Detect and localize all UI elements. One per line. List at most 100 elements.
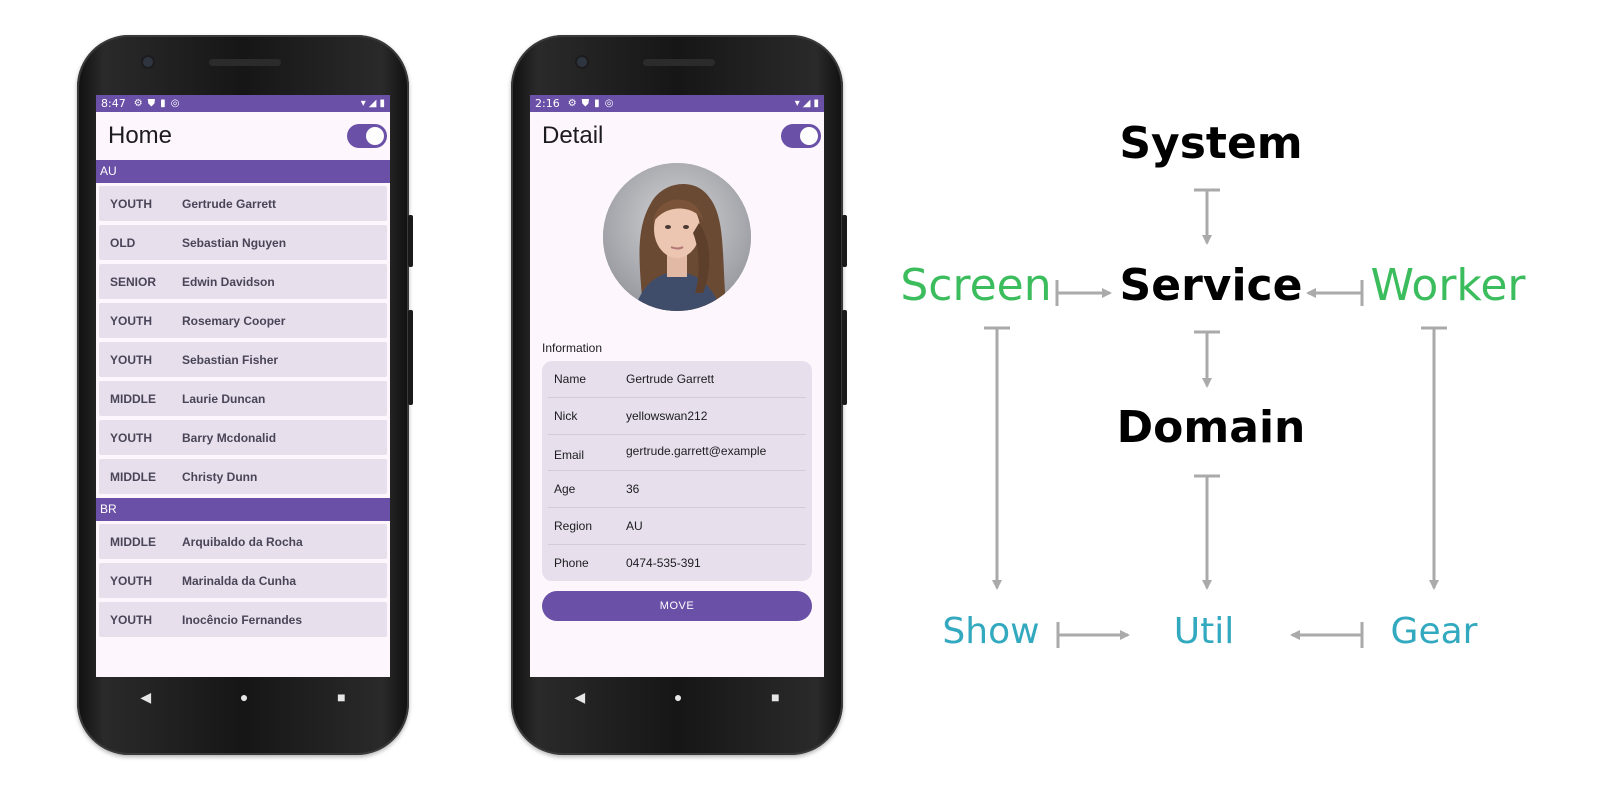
phone-home: 8:47 ⚙ ⛊ ▮ ◎ ▾ ◢ ▮ Home AU YOUTH Gertrude … <box>77 35 413 755</box>
node-worker: Worker <box>1370 260 1526 311</box>
list-item[interactable]: YOUTH Gertrude Garrett <box>99 186 387 221</box>
front-camera <box>143 57 153 67</box>
sync-icon: ◎ <box>604 98 614 109</box>
field-value: 36 <box>626 482 640 496</box>
architecture-diagram: System Service Domain Screen Worker Show… <box>900 0 1580 800</box>
info-row-name: Name Gertrude Garrett <box>548 361 806 398</box>
age-group-label: YOUTH <box>110 430 152 445</box>
settings-icon: ⚙ <box>133 98 143 109</box>
status-time: 8:47 <box>101 97 126 110</box>
sd-card-icon: ▮ <box>594 98 600 109</box>
list-item[interactable]: MIDDLE Laurie Duncan <box>99 381 387 416</box>
info-row-age: Age 36 <box>548 471 806 508</box>
field-value: yellowswan212 <box>626 409 708 423</box>
system-nav-bar: ◀ ● ■ <box>530 677 824 717</box>
list-item[interactable]: YOUTH Inocêncio Fernandes <box>99 602 387 637</box>
age-group-label: OLD <box>110 235 136 250</box>
theme-toggle[interactable] <box>347 124 387 148</box>
person-name: Sebastian Nguyen <box>182 235 287 250</box>
theme-toggle[interactable] <box>781 124 821 148</box>
arrow-system-service <box>1194 188 1220 245</box>
age-group-label: MIDDLE <box>110 469 156 484</box>
field-value: 0474-535-391 <box>626 556 701 570</box>
page-title: Home <box>108 122 173 149</box>
status-bar: 8:47 ⚙ ⛊ ▮ ◎ ▾ ◢ ▮ <box>96 95 390 112</box>
arrow-worker-gear <box>1421 326 1447 590</box>
home-screen: 8:47 ⚙ ⛊ ▮ ◎ ▾ ◢ ▮ Home AU YOUTH Gertrude … <box>96 95 390 677</box>
arrow-service-domain <box>1194 330 1220 388</box>
arrow-worker-service <box>1306 280 1364 306</box>
node-show: Show <box>942 611 1040 652</box>
power-button <box>408 310 413 405</box>
list-item[interactable]: SENIOR Edwin Davidson <box>99 264 387 299</box>
section-header: AU <box>96 160 390 183</box>
phone-detail: 2:16 ⚙ ⛊ ▮ ◎ ▾ ◢ ▮ Detail Information Na… <box>511 35 847 755</box>
app-bar: Home <box>96 112 390 160</box>
person-name: Inocêncio Fernandes <box>182 612 303 627</box>
earpiece-speaker <box>209 59 281 66</box>
avatar <box>603 163 751 311</box>
arrow-gear-util <box>1290 622 1364 648</box>
list-item[interactable]: MIDDLE Christy Dunn <box>99 459 387 494</box>
person-name: Edwin Davidson <box>182 274 275 289</box>
field-key: Phone <box>554 556 589 570</box>
field-key: Age <box>554 482 576 496</box>
wifi-icon: ▾ <box>794 98 800 109</box>
field-value: gertrude.garrett@example <box>626 444 767 458</box>
battery-icon: ▮ <box>813 98 819 109</box>
back-icon[interactable]: ◀ <box>574 689 585 706</box>
information-label: Information <box>542 341 603 355</box>
person-name: Rosemary Cooper <box>182 313 286 328</box>
home-icon[interactable]: ● <box>674 689 682 705</box>
portrait-image <box>603 163 751 311</box>
node-util: Util <box>1173 611 1235 652</box>
app-bar: Detail <box>530 112 824 160</box>
list-item[interactable]: YOUTH Sebastian Fisher <box>99 342 387 377</box>
information-card: Name Gertrude Garrett Nick yellowswan212… <box>542 361 812 581</box>
toggle-knob <box>366 127 384 145</box>
home-icon[interactable]: ● <box>240 689 248 705</box>
detail-screen: 2:16 ⚙ ⛊ ▮ ◎ ▾ ◢ ▮ Detail Information Na… <box>530 95 824 677</box>
node-domain: Domain <box>1116 402 1306 453</box>
person-name: Arquibaldo da Rocha <box>182 534 303 549</box>
age-group-label: YOUTH <box>110 573 152 588</box>
back-icon[interactable]: ◀ <box>140 689 151 706</box>
info-row-region: Region AU <box>548 508 806 545</box>
list-item[interactable]: YOUTH Rosemary Cooper <box>99 303 387 338</box>
person-list[interactable]: AU YOUTH Gertrude Garrett OLD Sebastian Nguy… <box>96 160 390 637</box>
shield-icon: ⛊ <box>581 98 590 109</box>
field-key: Email <box>554 448 585 462</box>
node-system: System <box>1119 118 1303 169</box>
page-title: Detail <box>542 122 604 149</box>
volume-button <box>842 215 847 267</box>
wifi-icon: ▾ <box>360 98 366 109</box>
front-camera <box>577 57 587 67</box>
list-item[interactable]: YOUTH Marinalda da Cunha <box>99 563 387 598</box>
move-button[interactable]: MOVE <box>542 591 812 621</box>
person-name: Laurie Duncan <box>182 391 266 406</box>
age-group-label: MIDDLE <box>110 534 156 549</box>
arrow-domain-util <box>1194 474 1220 590</box>
info-row-phone: Phone 0474-535-391 <box>548 545 806 581</box>
node-gear: Gear <box>1390 611 1478 652</box>
age-group-label: YOUTH <box>110 352 152 367</box>
person-name: Christy Dunn <box>182 469 258 484</box>
signal-icon: ◢ <box>802 98 811 109</box>
field-key: Region <box>554 519 593 533</box>
list-item[interactable]: MIDDLE Arquibaldo da Rocha <box>99 524 387 559</box>
field-key: Name <box>554 372 587 386</box>
arrow-screen-service <box>1055 280 1112 306</box>
recents-icon[interactable]: ■ <box>337 689 345 705</box>
system-nav-bar: ◀ ● ■ <box>96 677 390 717</box>
info-row-email: Email gertrude.garrett@example <box>548 435 806 471</box>
section-header: BR <box>96 498 390 521</box>
age-group-label: YOUTH <box>110 313 152 328</box>
person-name: Gertrude Garrett <box>182 196 277 211</box>
settings-icon: ⚙ <box>567 98 577 109</box>
status-bar: 2:16 ⚙ ⛊ ▮ ◎ ▾ ◢ ▮ <box>530 95 824 112</box>
sync-icon: ◎ <box>170 98 180 109</box>
list-item[interactable]: OLD Sebastian Nguyen <box>99 225 387 260</box>
recents-icon[interactable]: ■ <box>771 689 779 705</box>
list-item[interactable]: YOUTH Barry Mcdonalid <box>99 420 387 455</box>
node-service: Service <box>1119 260 1303 311</box>
